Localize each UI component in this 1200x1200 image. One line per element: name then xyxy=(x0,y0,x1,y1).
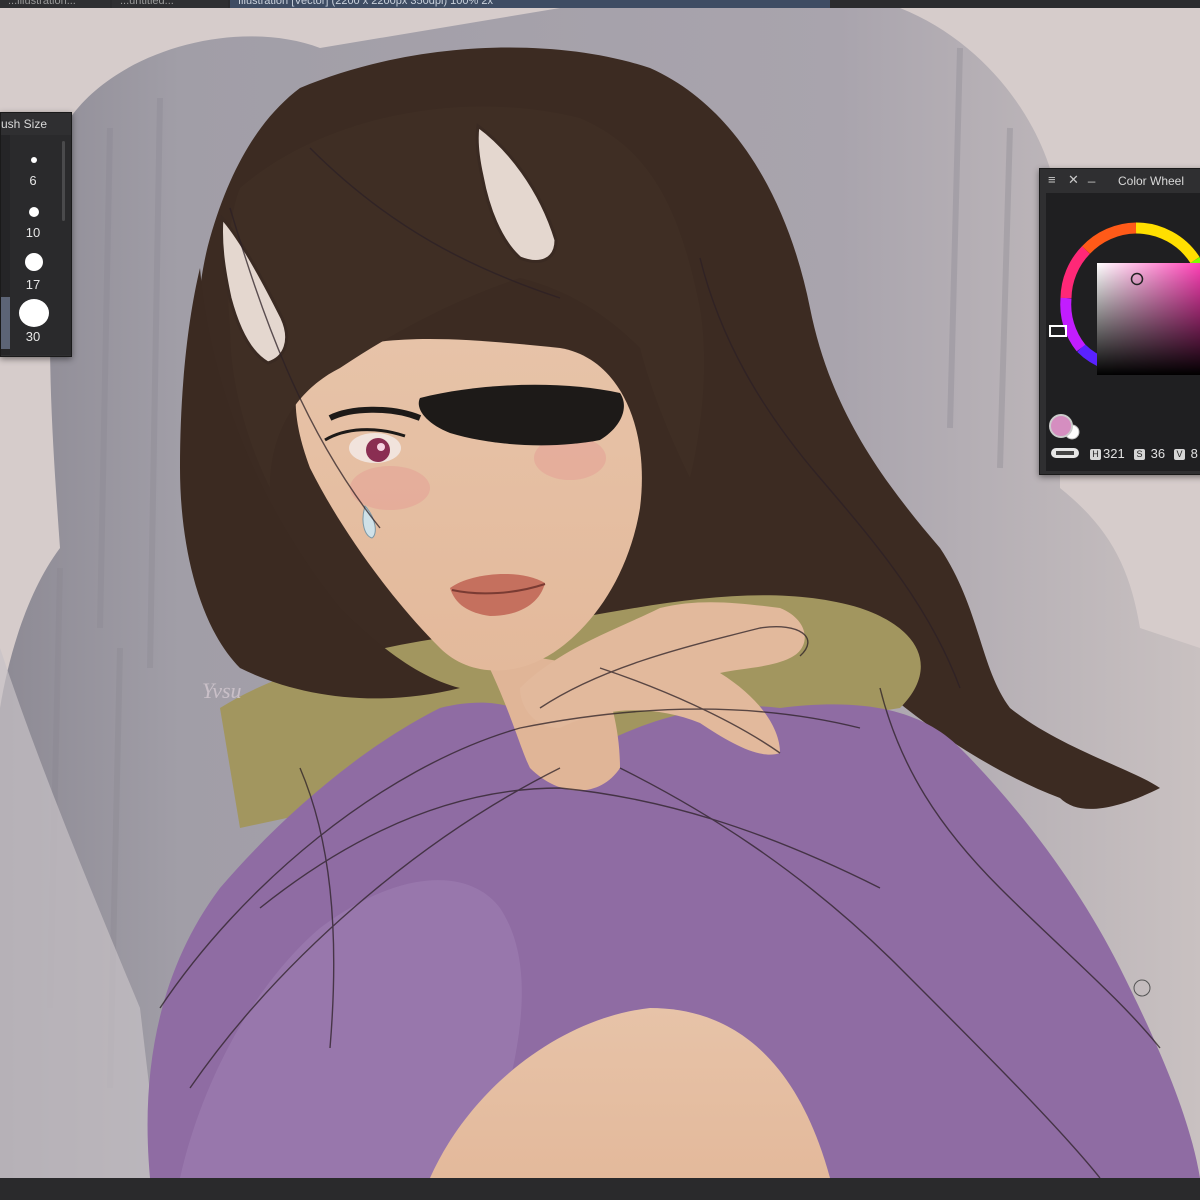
brush-size-list: 6 10 17 30 xyxy=(1,135,71,355)
brush-dot-icon xyxy=(31,157,37,163)
brush-size-selected-marker xyxy=(1,297,10,349)
brush-size-panel: Brush Size 6 10 17 30 xyxy=(0,112,72,357)
artwork: Yvsu xyxy=(0,8,1200,1178)
drawing-canvas[interactable]: Yvsu xyxy=(0,8,1200,1178)
panel-title: Brush Size xyxy=(1,117,48,131)
color-wheel-body xyxy=(1046,193,1200,471)
close-icon[interactable]: ✕ xyxy=(1068,173,1079,187)
brush-size-item[interactable]: 17 xyxy=(11,247,57,299)
brush-dot-icon xyxy=(25,253,43,271)
panel-title: Color Wheel xyxy=(1118,174,1185,188)
status-bar xyxy=(0,1178,1200,1200)
scrollbar[interactable] xyxy=(62,141,65,221)
minimize-icon[interactable]: _ xyxy=(1088,169,1095,183)
hue-indicator[interactable] xyxy=(1049,325,1067,337)
hsv-s: S 36 xyxy=(1134,446,1165,461)
document-tab[interactable]: ...untitled... xyxy=(112,0,228,8)
main-color-swatch[interactable] xyxy=(1049,414,1073,438)
document-tab-active[interactable]: Illustration [Vector] (2200 x 2200px 350… xyxy=(230,0,830,8)
panel-titlebar[interactable]: ≡ ✕ _ Color Wheel xyxy=(1040,169,1200,193)
brush-size-item-selected[interactable]: 30 xyxy=(11,299,57,351)
document-tab-bar: ...illustration... ...untitled... Illust… xyxy=(0,0,1200,8)
menu-grip-icon[interactable]: ≡ xyxy=(1048,173,1056,187)
brush-size-item[interactable]: 10 xyxy=(11,195,57,247)
signature: Yvsu xyxy=(202,678,242,703)
brush-dot-icon xyxy=(19,299,49,327)
color-wheel-panel: ≡ ✕ _ Color Wheel H 321 S 36 V 8 xyxy=(1039,168,1200,475)
hsv-v: V 8 xyxy=(1174,446,1198,461)
document-tab[interactable]: ...illustration... xyxy=(0,0,110,8)
brush-size-item[interactable]: 6 xyxy=(11,143,57,195)
brush-dot-icon xyxy=(29,207,39,217)
hsv-h: H 321 xyxy=(1090,446,1125,461)
